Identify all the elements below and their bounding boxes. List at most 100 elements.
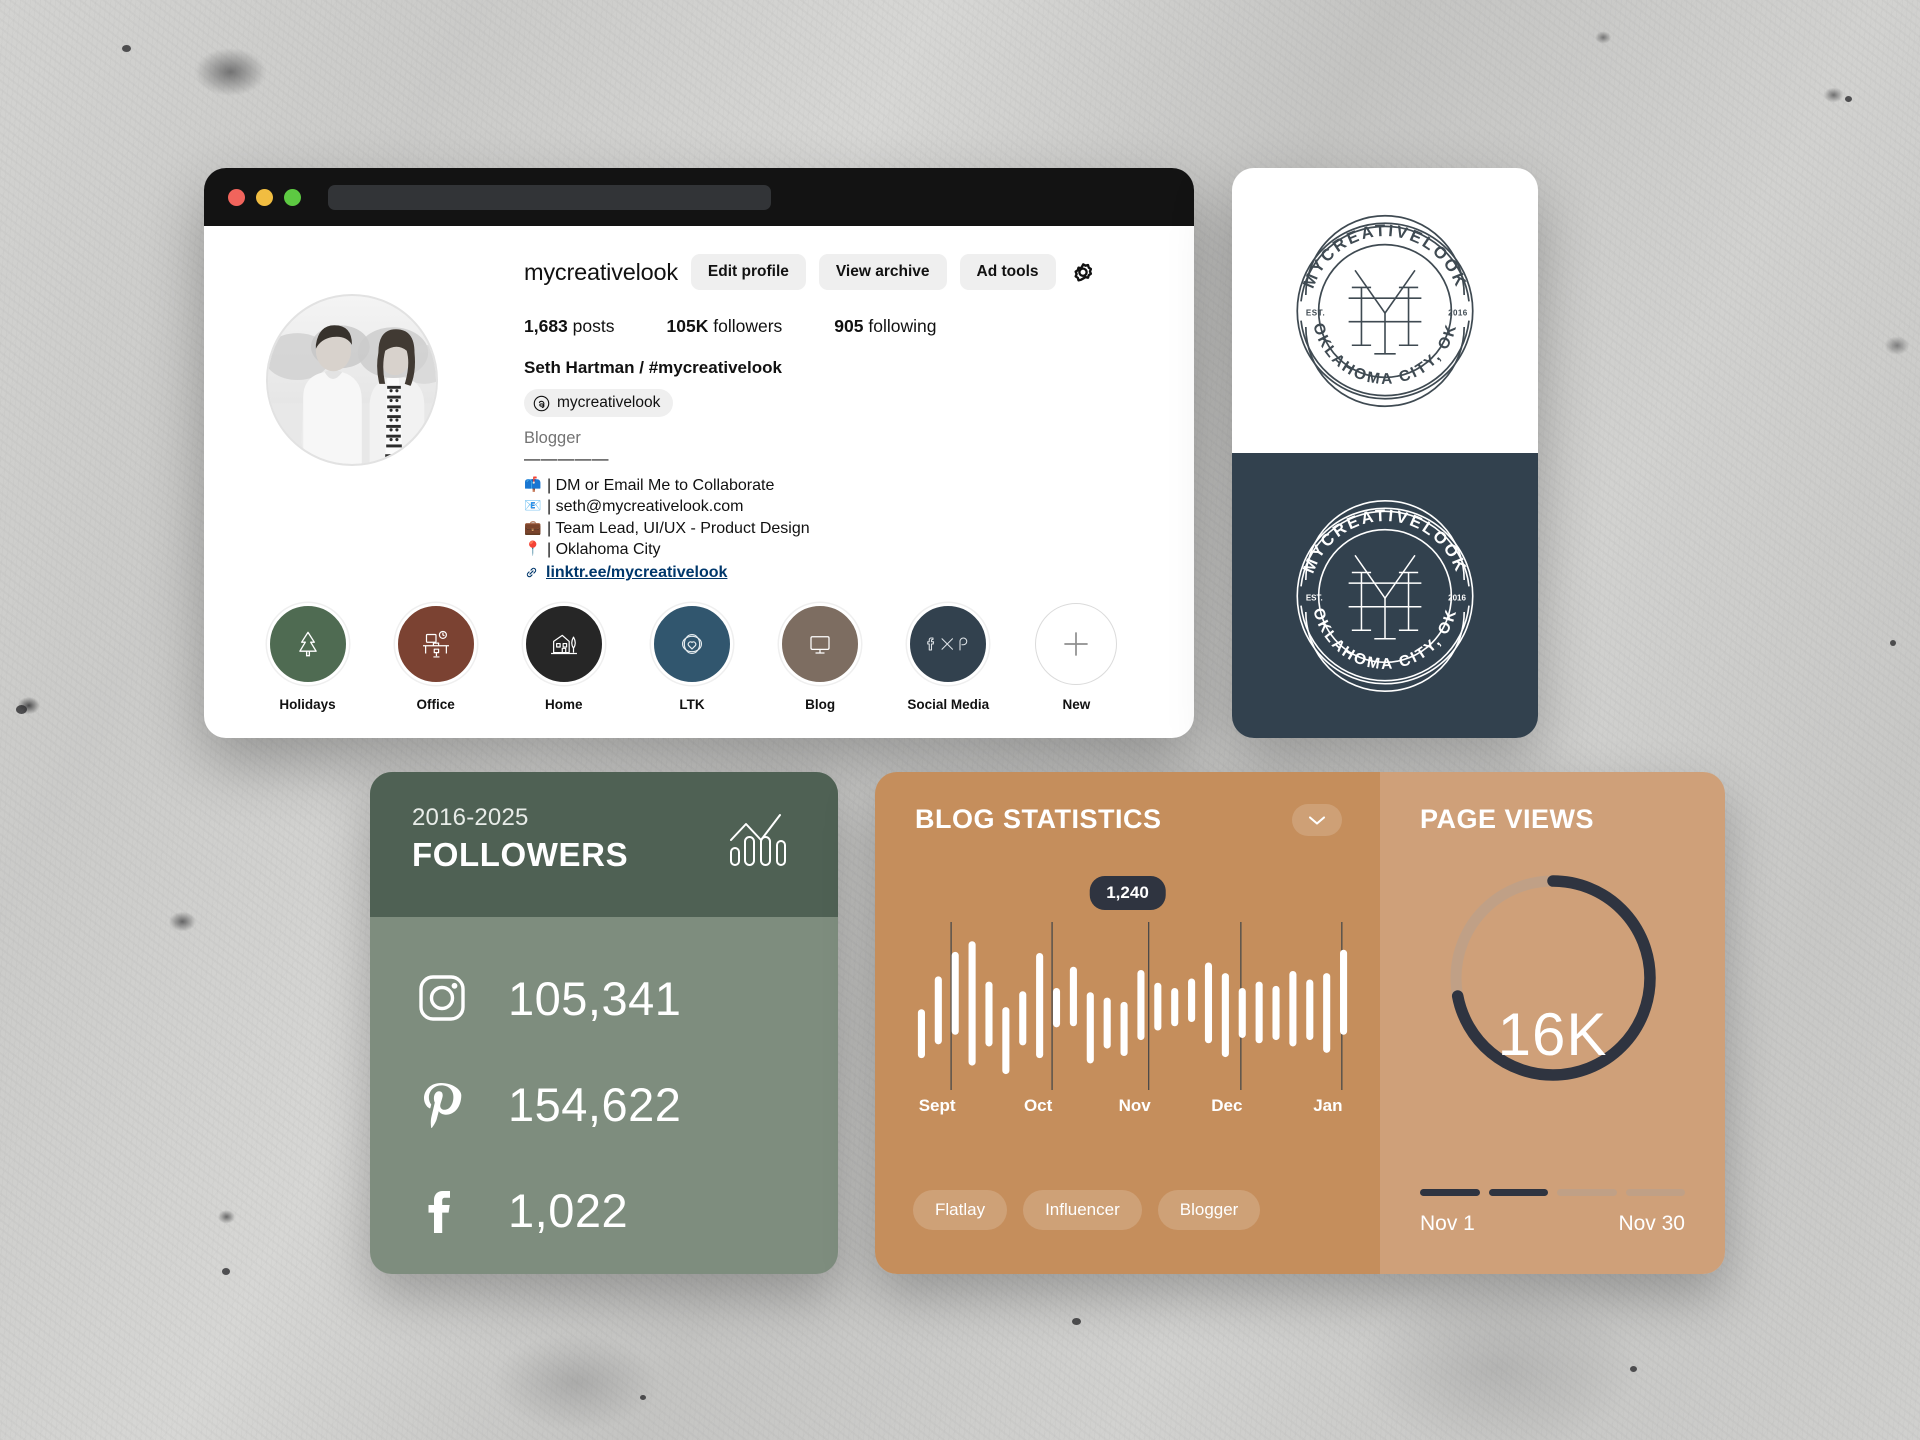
logo-top-arc-text: MYCREATIVELOOK <box>1299 505 1468 575</box>
gear-icon[interactable] <box>1069 258 1097 286</box>
bio-line: 💼 | Team Lead, UI/UX - Product Design <box>524 518 1170 539</box>
browser-titlebar <box>204 168 1194 226</box>
profile-stats: 1,683 posts 105K followers 905 following <box>524 316 1170 337</box>
highlight-label: Social Media <box>907 697 990 712</box>
ltk-heart-icon <box>681 633 703 655</box>
story-highlights: Holidays Office Home LTK Blog Social Med… <box>260 603 1164 712</box>
followers-row-facebook: 1,022 <box>416 1157 838 1263</box>
logo-monogram <box>1348 554 1422 640</box>
ad-tools-button[interactable]: Ad tools <box>959 254 1056 290</box>
avatar[interactable] <box>266 294 438 466</box>
tag-list: Flatlay Influencer Blogger <box>913 1190 1261 1230</box>
tag-flatlay[interactable]: Flatlay <box>913 1190 1008 1230</box>
instagram-icon <box>419 975 465 1021</box>
profile-username: mycreativelook <box>524 258 678 285</box>
followers-list: 105,341 154,622 1,022 <box>370 917 838 1263</box>
stat-following[interactable]: 905 following <box>834 316 936 337</box>
email-icon: 📧 <box>524 497 542 514</box>
profile-role: Blogger <box>524 429 581 447</box>
highlight-label: Home <box>545 697 583 712</box>
chart-bar <box>1188 978 1196 1022</box>
edit-profile-button[interactable]: Edit profile <box>690 254 806 290</box>
bio-link-text: linktr.ee/mycreativelook <box>546 563 728 581</box>
followers-card-header: 2016-2025 FOLLOWERS <box>370 772 838 917</box>
followers-row-instagram: 105,341 <box>416 945 838 1051</box>
view-archive-button[interactable]: View archive <box>818 254 947 290</box>
segment <box>1625 1189 1685 1196</box>
threads-handle-chip[interactable]: mycreativelook <box>524 389 674 417</box>
tag-blogger[interactable]: Blogger <box>1157 1190 1261 1230</box>
highlight-home[interactable]: Home <box>516 603 611 712</box>
stats-panel: BLOG STATISTICS 1,240 Sept Oct Nov Dec Jan F… <box>875 772 1725 1274</box>
minimize-window-button[interactable] <box>256 188 273 206</box>
chart-bar <box>1340 949 1348 1035</box>
highlight-holidays[interactable]: Holidays <box>260 603 355 712</box>
stat-followers[interactable]: 105K followers <box>667 316 783 337</box>
maximize-window-button[interactable] <box>284 188 301 206</box>
browser-window: mycreativelook Edit profile View archive… <box>204 168 1194 738</box>
url-input[interactable] <box>328 184 771 210</box>
chart-bar <box>1019 991 1027 1046</box>
profile-full-name: Seth Hartman / #mycreativelook <box>524 358 782 377</box>
chart-bar <box>934 976 942 1045</box>
date-range: Nov 1 Nov 30 <box>1420 1212 1685 1236</box>
highlight-label: New <box>1062 697 1091 712</box>
chart-month-labels: Sept Oct Nov Dec Jan <box>913 1096 1352 1118</box>
chevron-down-icon <box>1308 816 1326 825</box>
highlight-label: LTK <box>679 697 705 712</box>
bio-line-text: | Oklahoma City <box>547 541 661 559</box>
highlight-social-media[interactable]: Social Media <box>901 603 996 712</box>
chart-bar <box>1306 979 1314 1041</box>
bio-line: 📫 | DM or Email Me to Collaborate <box>524 475 1170 496</box>
chart-bar <box>1323 973 1331 1053</box>
chart-bar <box>968 941 976 1066</box>
chart-bar <box>1137 969 1145 1041</box>
bio-link[interactable]: linktr.ee/mycreativelook <box>524 562 1170 583</box>
threads-icon <box>533 395 550 411</box>
chart-month-label: Oct <box>1023 1096 1053 1115</box>
highlight-office[interactable]: Office <box>388 603 483 712</box>
chart-bar <box>1289 971 1297 1047</box>
collapse-button[interactable] <box>1292 804 1342 836</box>
close-window-button[interactable] <box>228 188 245 206</box>
blog-statistics-card: BLOG STATISTICS 1,240 Sept Oct Nov Dec Jan F… <box>875 772 1380 1274</box>
stat-posts: 1,683 posts <box>524 316 615 336</box>
bio-line: 📧 | seth@mycreativelook.com <box>524 496 1170 517</box>
logo-card-light: MYCREATIVELOOK OKLAHOMA CITY, OK EST. 20… <box>1232 168 1538 453</box>
highlight-new[interactable]: New <box>1029 603 1124 712</box>
tag-influencer[interactable]: Influencer <box>1023 1190 1142 1230</box>
chart-month-label: Jan <box>1313 1096 1343 1115</box>
bio-line-text: | Team Lead, UI/UX - Product Design <box>547 519 810 537</box>
chart-svg <box>917 920 1348 1090</box>
chart-bar <box>1052 988 1061 1028</box>
pinterest-icon <box>424 1083 462 1129</box>
logo-est-label: EST. <box>1306 593 1323 602</box>
page-views-title: PAGE VIEWS <box>1420 804 1595 834</box>
threads-handle-label: mycreativelook <box>557 394 661 411</box>
chart-bar <box>1171 988 1179 1027</box>
avatar-photo <box>268 296 436 464</box>
followers-row-pinterest: 154,622 <box>416 1051 838 1157</box>
date-end: Nov 30 <box>1618 1212 1685 1235</box>
followers-count-facebook: 1,022 <box>508 1183 629 1237</box>
chart-bar <box>951 951 959 1035</box>
svg-text:MYCREATIVELOOK: MYCREATIVELOOK <box>1299 505 1471 575</box>
followers-count-pinterest: 154,622 <box>508 1077 682 1131</box>
bio-line-text: | seth@mycreativelook.com <box>547 498 744 516</box>
logo-monogram <box>1348 269 1422 355</box>
logo-est-year: 2016 <box>1448 308 1468 317</box>
date-start: Nov 1 <box>1420 1212 1475 1235</box>
traffic-lights <box>228 188 301 206</box>
highlight-ltk[interactable]: LTK <box>644 603 739 712</box>
highlight-blog[interactable]: Blog <box>773 603 868 712</box>
logo-top-arc-text: MYCREATIVELOOK <box>1299 220 1468 290</box>
profile-name-row: mycreativelook Edit profile View archive… <box>524 254 1170 290</box>
highlight-label: Holidays <box>279 697 336 712</box>
chart-bar <box>1069 966 1077 1027</box>
brand-badge-dark: MYCREATIVELOOK OKLAHOMA CITY, OK EST. 20… <box>1296 499 1474 692</box>
chart-bar <box>1103 997 1111 1049</box>
logo-card-dark: MYCREATIVELOOK OKLAHOMA CITY, OK EST. 20… <box>1232 453 1538 738</box>
chart-bar <box>1204 962 1213 1044</box>
svg-text:MYCREATIVELOOK: MYCREATIVELOOK <box>1299 220 1471 290</box>
location-pin-icon: 📍 <box>524 540 542 557</box>
